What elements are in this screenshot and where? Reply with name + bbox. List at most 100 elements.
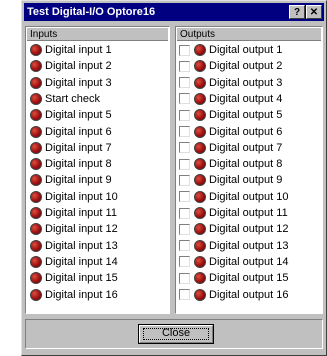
input-label: Digital input 11 bbox=[45, 207, 117, 219]
title-bar[interactable]: Test Digital-I/O Optore16 ? ✕ bbox=[24, 3, 324, 21]
output-checkbox[interactable] bbox=[179, 142, 190, 154]
output-row[interactable]: Digital output 14 bbox=[179, 254, 289, 270]
input-row: Digital input 11 bbox=[30, 205, 117, 221]
input-row: Digital input 14 bbox=[30, 254, 118, 270]
output-row[interactable]: Digital output 5 bbox=[179, 107, 282, 123]
inputs-panel: Inputs Digital input 1 Digital input 2 Dig… bbox=[25, 26, 170, 314]
output-checkbox[interactable] bbox=[179, 256, 190, 268]
output-label: Digital output 8 bbox=[209, 158, 283, 171]
output-label: Digital output 16 bbox=[209, 288, 289, 301]
input-row: Digital input 13 bbox=[30, 238, 118, 254]
output-checkbox[interactable] bbox=[179, 60, 190, 72]
led-indicator-icon bbox=[194, 239, 206, 252]
led-indicator-icon bbox=[194, 158, 206, 171]
dialog-window: Test Digital-I/O Optore16 ? ✕ Inputs Dig… bbox=[21, 0, 327, 356]
input-row: Digital input 9 bbox=[30, 172, 112, 188]
output-row[interactable]: Digital output 8 bbox=[179, 156, 282, 172]
output-checkbox[interactable] bbox=[179, 207, 190, 219]
input-label: Digital input 13 bbox=[45, 239, 118, 252]
input-row: Digital input 7 bbox=[30, 140, 112, 156]
output-row[interactable]: Digital output 9 bbox=[179, 172, 282, 188]
input-label: Digital input 3 bbox=[45, 76, 112, 89]
output-row[interactable]: Digital output 6 bbox=[179, 124, 282, 140]
output-row[interactable]: Digital output 10 bbox=[179, 189, 289, 205]
output-label: Digital output 6 bbox=[209, 125, 283, 138]
input-label: Digital input 15 bbox=[45, 272, 118, 285]
input-row: Digital input 15 bbox=[30, 270, 118, 286]
led-indicator-icon bbox=[30, 109, 42, 122]
output-label: Digital output 13 bbox=[209, 239, 289, 252]
input-label: Digital input 5 bbox=[45, 109, 112, 122]
input-label: Digital input 12 bbox=[45, 223, 118, 236]
output-label: Digital output 5 bbox=[209, 109, 283, 122]
output-row[interactable]: Digital output 1 bbox=[179, 42, 282, 58]
close-window-button[interactable]: ✕ bbox=[306, 5, 322, 19]
output-label: Digital output 15 bbox=[209, 272, 289, 285]
input-label: Digital input 8 bbox=[45, 158, 112, 171]
led-indicator-icon bbox=[194, 76, 206, 89]
led-indicator-icon bbox=[194, 92, 206, 105]
led-indicator-icon bbox=[194, 60, 206, 73]
input-row: Digital input 2 bbox=[30, 58, 112, 74]
input-row: Digital input 6 bbox=[30, 124, 112, 140]
output-checkbox[interactable] bbox=[179, 191, 190, 203]
led-indicator-icon bbox=[30, 44, 42, 56]
output-row[interactable]: Digital output 2 bbox=[179, 58, 282, 74]
output-row[interactable]: Digital output 3 bbox=[179, 75, 282, 91]
output-checkbox[interactable] bbox=[179, 272, 190, 284]
output-row[interactable]: Digital output 4 bbox=[179, 91, 282, 107]
output-checkbox[interactable] bbox=[179, 289, 190, 300]
led-indicator-icon bbox=[194, 190, 206, 203]
led-indicator-icon bbox=[194, 255, 206, 268]
input-row: Digital input 3 bbox=[30, 75, 112, 91]
led-indicator-icon bbox=[30, 92, 42, 105]
led-indicator-icon bbox=[30, 255, 42, 268]
output-checkbox[interactable] bbox=[179, 158, 190, 170]
output-label: Digital output 4 bbox=[209, 92, 283, 105]
output-row[interactable]: Digital output 15 bbox=[179, 270, 289, 286]
output-row[interactable]: Digital output 16 bbox=[179, 287, 289, 303]
led-indicator-icon bbox=[30, 190, 42, 203]
output-checkbox[interactable] bbox=[179, 126, 190, 137]
input-label: Digital input 14 bbox=[45, 255, 118, 268]
input-label: Digital input 16 bbox=[45, 288, 118, 301]
output-checkbox[interactable] bbox=[179, 109, 190, 121]
outputs-panel: Outputs Digital output 1 Digital output 2… bbox=[175, 26, 323, 314]
output-checkbox[interactable] bbox=[179, 240, 190, 252]
output-checkbox[interactable] bbox=[179, 174, 190, 186]
output-label: Digital output 3 bbox=[209, 76, 283, 89]
outputs-header: Outputs bbox=[177, 28, 321, 41]
output-row[interactable]: Digital output 11 bbox=[179, 205, 288, 221]
input-label: Digital input 7 bbox=[45, 141, 112, 154]
input-row: Digital input 1 bbox=[30, 42, 112, 58]
led-indicator-icon bbox=[194, 125, 206, 138]
output-checkbox[interactable] bbox=[179, 93, 190, 105]
led-indicator-icon bbox=[30, 125, 42, 138]
input-label: Digital input 2 bbox=[45, 60, 112, 73]
input-row: Digital input 12 bbox=[30, 221, 118, 237]
led-indicator-icon bbox=[194, 288, 206, 301]
input-label: Digital input 1 bbox=[45, 44, 112, 56]
input-label: Start check bbox=[45, 92, 101, 105]
output-row[interactable]: Digital output 7 bbox=[179, 140, 282, 156]
led-indicator-icon bbox=[30, 174, 42, 187]
led-indicator-icon bbox=[30, 60, 42, 73]
help-button[interactable]: ? bbox=[289, 5, 305, 19]
output-label: Digital output 12 bbox=[209, 223, 289, 236]
input-label: Digital input 6 bbox=[45, 125, 112, 138]
output-row[interactable]: Digital output 13 bbox=[179, 238, 289, 254]
led-indicator-icon bbox=[194, 174, 206, 187]
led-indicator-icon bbox=[194, 141, 206, 154]
button-bar: Close bbox=[25, 319, 323, 349]
input-row: Digital input 10 bbox=[30, 189, 118, 205]
close-button[interactable]: Close bbox=[138, 324, 214, 344]
led-indicator-icon bbox=[30, 207, 42, 219]
output-checkbox[interactable] bbox=[179, 77, 190, 89]
led-indicator-icon bbox=[194, 109, 206, 122]
output-checkbox[interactable] bbox=[179, 44, 190, 56]
close-button-label: Close bbox=[161, 327, 191, 339]
output-row[interactable]: Digital output 12 bbox=[179, 221, 289, 237]
input-row: Digital input 5 bbox=[30, 107, 112, 123]
output-checkbox[interactable] bbox=[179, 223, 190, 235]
input-row: Digital input 16 bbox=[30, 287, 118, 303]
